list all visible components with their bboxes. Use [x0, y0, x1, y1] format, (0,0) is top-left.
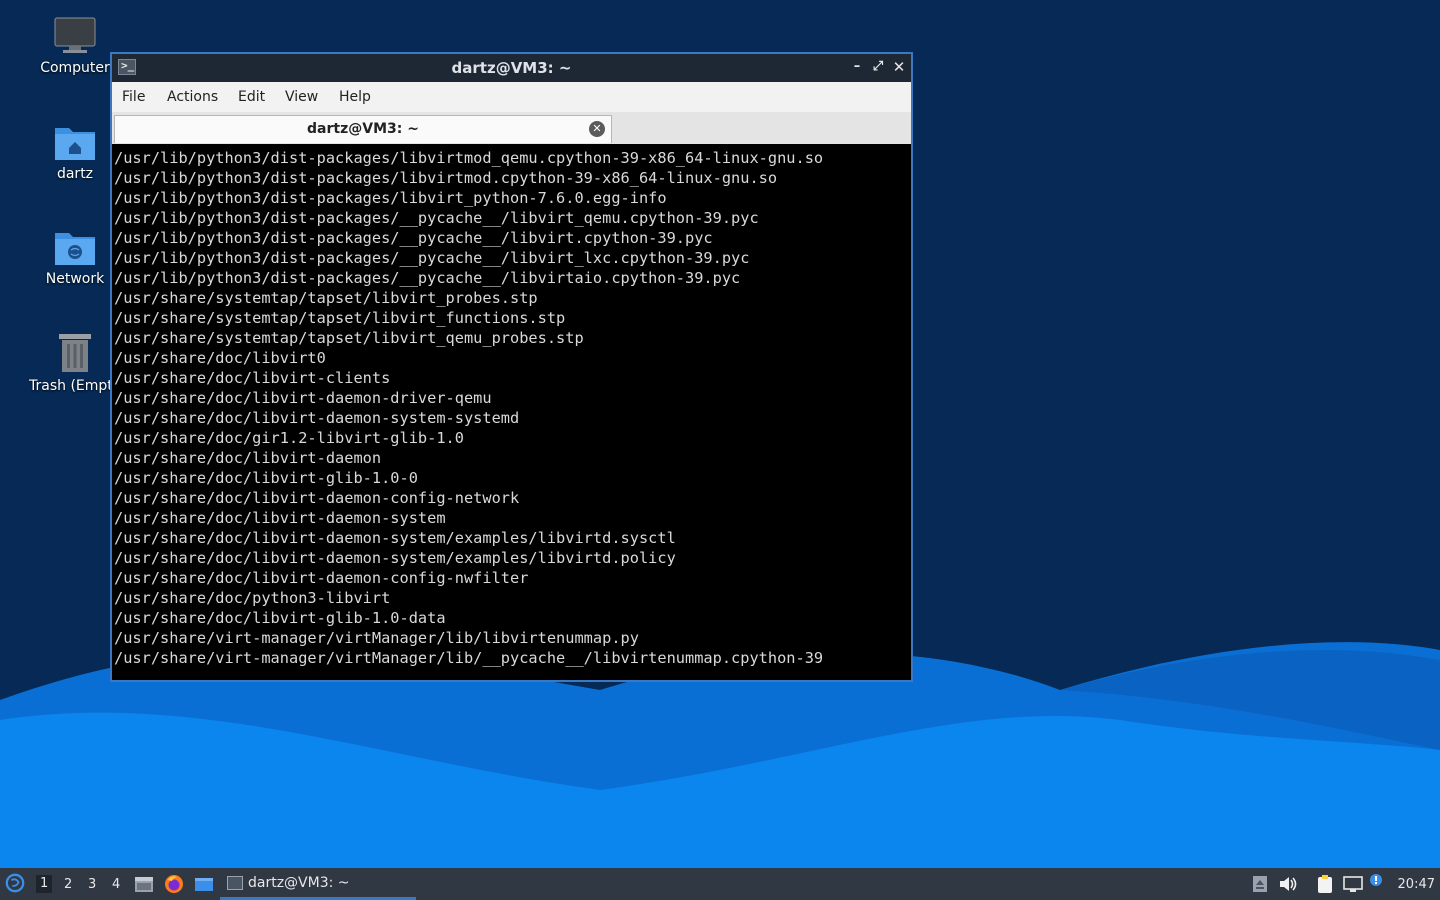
terminal-line: /usr/share/doc/libvirt-clients	[114, 369, 391, 387]
terminal-output[interactable]: /usr/lib/python3/dist-packages/libvirtmo…	[114, 146, 909, 678]
terminal-line: /usr/share/systemtap/tapset/libvirt_qemu…	[114, 329, 584, 347]
tray-eject-icon[interactable]	[1250, 874, 1270, 894]
terminal-line: /usr/lib/python3/dist-packages/__pycache…	[114, 249, 750, 267]
clipboard-icon[interactable]	[1315, 874, 1335, 894]
terminal-line: /usr/share/doc/gir1.2-libvirt-glib-1.0	[114, 429, 464, 447]
workspace-1[interactable]: 1	[36, 875, 53, 893]
terminal-line: /usr/share/doc/libvirt-glib-1.0-data	[114, 609, 446, 627]
taskbar: 1 2 3 4 dartz@VM3: ~ 20:47	[0, 868, 1440, 900]
maximize-button[interactable]: ⤢	[869, 58, 887, 76]
workspace-4[interactable]: 4	[112, 877, 120, 892]
window-titlebar[interactable]: >_ dartz@VM3: ~ – ⤢ ✕	[112, 54, 911, 82]
volume-icon[interactable]	[1278, 874, 1298, 894]
show-desktop-icon[interactable]	[194, 874, 214, 894]
firefox-icon[interactable]	[164, 874, 184, 894]
terminal-line: /usr/share/doc/libvirt-daemon	[114, 449, 382, 467]
terminal-line: /usr/share/systemtap/tapset/libvirt_prob…	[114, 289, 538, 307]
tab-bar: dartz@VM3: ~ ✕	[112, 112, 911, 144]
taskbar-item-label: dartz@VM3: ~	[248, 875, 350, 891]
terminal-line: /usr/share/virt-manager/virtManager/lib/…	[114, 649, 824, 667]
taskbar-item-terminal[interactable]: dartz@VM3: ~	[220, 870, 416, 900]
tab-terminal[interactable]: dartz@VM3: ~ ✕	[114, 115, 612, 143]
close-button[interactable]: ✕	[890, 58, 908, 76]
workspace-3[interactable]: 3	[88, 877, 96, 892]
terminal-line: /usr/share/doc/libvirt-glib-1.0-0	[114, 469, 418, 487]
terminal-line: /usr/share/doc/libvirt-daemon-system/exa…	[114, 549, 676, 567]
terminal-line: /usr/lib/python3/dist-packages/__pycache…	[114, 209, 759, 227]
menu-view[interactable]: View	[285, 89, 318, 105]
menu-bar: File Actions Edit View Help	[112, 82, 911, 112]
clock[interactable]: 20:47	[1398, 877, 1435, 892]
minimize-button[interactable]: –	[848, 58, 866, 76]
terminal-line: /usr/share/virt-manager/virtManager/lib/…	[114, 629, 639, 647]
terminal-line: /usr/share/doc/python3-libvirt	[114, 589, 391, 607]
trash-icon	[59, 334, 91, 372]
terminal-line: /usr/share/doc/libvirt-daemon-config-net…	[114, 489, 520, 507]
terminal-line: /usr/lib/python3/dist-packages/__pycache…	[114, 269, 741, 287]
menu-edit[interactable]: Edit	[238, 89, 265, 105]
terminal-line: /usr/lib/python3/dist-packages/libvirtmo…	[114, 169, 778, 187]
menu-actions[interactable]: Actions	[167, 89, 218, 105]
menu-file[interactable]: File	[122, 89, 145, 105]
terminal-line: /usr/share/doc/libvirt-daemon-system/exa…	[114, 529, 676, 547]
workspace-2[interactable]: 2	[64, 877, 72, 892]
terminal-line: /usr/lib/python3/dist-packages/libvirtmo…	[114, 149, 824, 167]
terminal-line: /usr/share/doc/libvirt-daemon-driver-qem…	[114, 389, 492, 407]
terminal-line: /usr/share/doc/libvirt-daemon-system	[114, 509, 446, 527]
file-manager-icon[interactable]	[134, 874, 154, 894]
terminal-line: /usr/share/doc/libvirt-daemon-system-sys…	[114, 409, 520, 427]
window-title: dartz@VM3: ~	[451, 59, 572, 77]
home-folder-icon	[55, 128, 95, 160]
network-tray-icon[interactable]	[1343, 874, 1363, 894]
notification-icon[interactable]	[1368, 872, 1388, 892]
terminal-line: /usr/share/doc/libvirt0	[114, 349, 326, 367]
terminal-line: /usr/share/doc/libvirt-daemon-config-nwf…	[114, 569, 529, 587]
terminal-line: /usr/share/systemtap/tapset/libvirt_func…	[114, 309, 566, 327]
computer-icon	[54, 17, 96, 53]
network-folder-icon	[55, 233, 95, 265]
tab-label: dartz@VM3: ~	[307, 121, 419, 137]
menu-help[interactable]: Help	[339, 89, 371, 105]
terminal-line: /usr/lib/python3/dist-packages/__pycache…	[114, 229, 713, 247]
start-menu-icon[interactable]	[5, 873, 25, 893]
tab-close-icon[interactable]: ✕	[589, 121, 605, 137]
terminal-line: /usr/lib/python3/dist-packages/libvirt_p…	[114, 189, 667, 207]
terminal-window[interactable]: >_ dartz@VM3: ~ – ⤢ ✕ File Actions Edit …	[110, 52, 913, 682]
terminal-task-icon	[227, 876, 243, 890]
